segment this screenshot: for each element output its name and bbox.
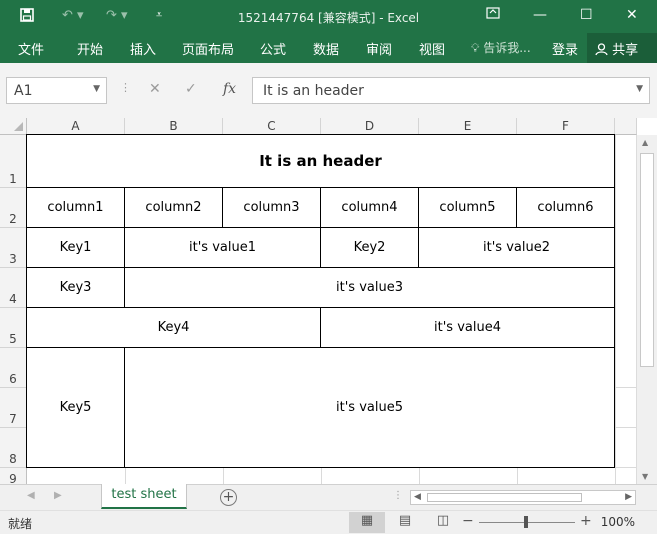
select-all-corner[interactable]: [0, 118, 27, 135]
tab-page-layout[interactable]: 页面布局: [182, 39, 234, 58]
tab-view[interactable]: 视图: [419, 39, 445, 58]
page-break-icon[interactable]: ◫: [425, 512, 461, 533]
value-cell[interactable]: it's value4: [320, 307, 615, 348]
row-header-4[interactable]: 4: [0, 268, 27, 308]
gridline: [615, 135, 616, 484]
close-icon[interactable]: ✕: [626, 7, 638, 23]
sheet-tab-bar: ◀ ▶ test sheet + ⋮ ◀ ▶: [0, 484, 657, 510]
plus-icon[interactable]: +: [220, 489, 237, 506]
table-cell[interactable]: column3: [222, 187, 321, 228]
column-header-a[interactable]: A: [27, 118, 125, 135]
value-cell[interactable]: it's value5: [124, 347, 615, 468]
restore-ribbon-icon[interactable]: [486, 7, 500, 23]
key-cell[interactable]: Key5: [26, 347, 125, 468]
row-header-9[interactable]: 9: [0, 468, 27, 484]
key-cell[interactable]: Key2: [320, 227, 419, 268]
maximize-icon[interactable]: ☐: [580, 7, 593, 23]
horizontal-scrollbar[interactable]: ◀ ▶: [410, 490, 636, 505]
tab-home[interactable]: 开始: [77, 39, 103, 58]
fx-icon[interactable]: fx: [223, 81, 236, 97]
share-label: 共享: [612, 43, 639, 58]
key-cell[interactable]: Key4: [26, 307, 321, 348]
value-cell[interactable]: it's value3: [124, 267, 615, 308]
tell-me-label: 告诉我...: [483, 41, 531, 55]
row-header-6[interactable]: 6: [0, 348, 27, 388]
enter-icon[interactable]: ✓: [185, 81, 197, 97]
row-header-3[interactable]: 3: [0, 228, 27, 268]
tab-review[interactable]: 审阅: [366, 39, 392, 58]
tab-file[interactable]: 文件: [18, 39, 44, 58]
column-header-g[interactable]: [615, 118, 637, 135]
worksheet-grid[interactable]: A B C D E F 1 2 3 4 5 6 7 8 9 It is an h…: [0, 118, 657, 484]
zoom-level[interactable]: 100%: [601, 515, 635, 529]
scroll-thumb[interactable]: [640, 153, 654, 367]
table-cell[interactable]: column2: [124, 187, 223, 228]
login-button[interactable]: 登录: [552, 39, 578, 58]
tell-me-search[interactable]: 💡︎ 告诉我...: [471, 39, 531, 56]
row-header-5[interactable]: 5: [0, 308, 27, 348]
formula-value: It is an header: [263, 83, 364, 99]
resize-handle-icon[interactable]: ⋮: [120, 81, 131, 94]
chevron-down-icon[interactable]: ▼: [93, 84, 100, 94]
table-cell[interactable]: column5: [418, 187, 517, 228]
ribbon-tabs: 文件 开始 插入 页面布局 公式 数据 审阅 视图 💡︎ 告诉我... 登录 共…: [0, 33, 657, 63]
formula-buttons: ✕ ✓ fx: [139, 77, 250, 104]
tab-insert[interactable]: 插入: [130, 39, 156, 58]
table-cell[interactable]: column1: [26, 187, 125, 228]
share-button[interactable]: 共享: [587, 33, 657, 63]
sheet-tab-test-sheet[interactable]: test sheet: [101, 484, 187, 509]
normal-view-icon[interactable]: ▦: [349, 512, 385, 533]
name-box[interactable]: A1 ▼: [6, 77, 107, 104]
scroll-down-icon[interactable]: ▼: [642, 472, 648, 481]
user-icon: [595, 43, 612, 58]
scroll-left-icon[interactable]: ◀: [414, 492, 421, 502]
formula-bar-area: A1 ▼ ⋮ ✕ ✓ fx It is an header ▼: [0, 63, 657, 118]
prev-sheet-icon[interactable]: ◀: [27, 490, 35, 501]
column-header-e[interactable]: E: [419, 118, 517, 135]
scroll-thumb[interactable]: [427, 493, 582, 502]
zoom-slider-knob[interactable]: [524, 516, 528, 528]
row-header-2[interactable]: 2: [0, 188, 27, 228]
next-sheet-icon[interactable]: ▶: [54, 490, 62, 501]
row-header-7[interactable]: 7: [0, 388, 27, 428]
zoom-in-icon[interactable]: +: [580, 513, 592, 529]
value-cell[interactable]: it's value2: [418, 227, 615, 268]
value-cell[interactable]: it's value1: [124, 227, 321, 268]
vertical-scrollbar[interactable]: ▲ ▼: [636, 135, 657, 484]
window-title: 1521447764 [兼容模式] - Excel: [237, 11, 420, 25]
column-header-c[interactable]: C: [223, 118, 321, 135]
row-header-1[interactable]: 1: [0, 135, 27, 188]
column-header-b[interactable]: B: [125, 118, 223, 135]
lightbulb-icon: 💡︎: [471, 41, 480, 55]
key-cell[interactable]: Key1: [26, 227, 125, 268]
expand-formula-icon[interactable]: ▼: [636, 84, 643, 94]
header-cell[interactable]: It is an header: [26, 134, 615, 188]
minimize-icon[interactable]: —: [533, 7, 547, 23]
scroll-right-icon[interactable]: ▶: [625, 492, 632, 502]
row-header-8[interactable]: 8: [0, 428, 27, 468]
cancel-icon[interactable]: ✕: [149, 81, 161, 97]
formula-input[interactable]: It is an header ▼: [252, 77, 650, 104]
tab-data[interactable]: 数据: [313, 39, 339, 58]
page-layout-icon[interactable]: ▤: [387, 512, 423, 533]
tab-split-handle-icon[interactable]: ⋮: [393, 490, 403, 501]
column-header-d[interactable]: D: [321, 118, 419, 135]
tab-formulas[interactable]: 公式: [260, 39, 286, 58]
scroll-up-icon[interactable]: ▲: [642, 138, 648, 147]
title-bar: ↶ ▾ ↷ ▾ ⩡ 1521447764 [兼容模式] - Excel — ☐ …: [0, 0, 657, 33]
name-box-value: A1: [14, 83, 33, 99]
table-cell[interactable]: column4: [320, 187, 419, 228]
key-cell[interactable]: Key3: [26, 267, 125, 308]
status-ready: 就绪: [8, 517, 33, 531]
table-cell[interactable]: column6: [516, 187, 615, 228]
status-bar: 就绪 ▦ ▤ ◫ − + 100%: [0, 510, 657, 534]
zoom-out-icon[interactable]: −: [462, 513, 474, 529]
column-header-f[interactable]: F: [517, 118, 615, 135]
